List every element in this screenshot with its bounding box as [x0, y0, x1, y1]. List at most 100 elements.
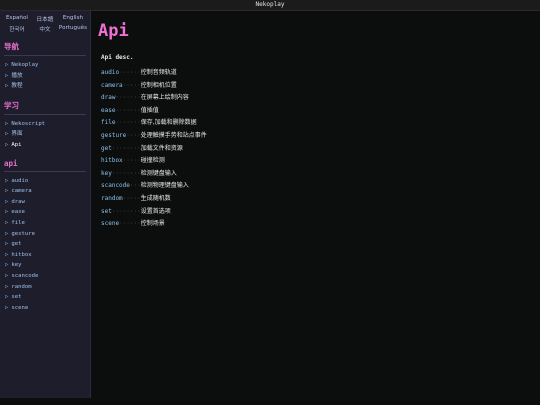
sidebar-item-learn[interactable]: ▷ 界面 — [0, 129, 90, 140]
api-description: 保存,加载和删除数据 — [140, 119, 197, 127]
triangle-right-icon: ▷ — [5, 177, 9, 184]
api-link[interactable]: scene — [101, 220, 119, 227]
sidebar-item-nav[interactable]: ▷ 播放 — [0, 71, 90, 82]
api-description: 在屏幕上绘制内容 — [140, 94, 189, 102]
api-link[interactable]: set — [101, 208, 112, 215]
api-row: set········设置首选项 — [101, 206, 207, 219]
triangle-right-icon: ▷ — [5, 219, 9, 226]
api-link[interactable]: gesture — [101, 132, 126, 139]
lang-chinese[interactable]: 中文 — [31, 25, 59, 33]
sidebar-item-api[interactable]: ▷ hitbox — [0, 250, 90, 261]
triangle-right-icon: ▷ — [5, 188, 9, 195]
sidebar-item-label: scancode — [11, 272, 39, 279]
api-description: 设置首选项 — [140, 207, 171, 215]
sidebar-item-learn[interactable]: ▷ Api — [0, 140, 90, 151]
sidebar-item-label: file — [11, 219, 25, 226]
sidebar-item-label: audio — [11, 177, 29, 184]
api-row: ease·······值插值 — [101, 105, 207, 118]
sidebar-item-api[interactable]: ▷ gesture — [0, 229, 90, 240]
triangle-right-icon: ▷ — [5, 294, 9, 301]
sidebar-item-api[interactable]: ▷ get — [0, 239, 90, 250]
api-link[interactable]: key — [101, 170, 112, 177]
sidebar-item-api[interactable]: ▷ set — [0, 292, 90, 303]
api-row: random·····生成随机数 — [101, 193, 207, 206]
sidebar-item-label: set — [11, 294, 22, 301]
lang-spanish[interactable]: Español — [3, 15, 31, 23]
api-row: file·······保存,加载和删除数据 — [101, 117, 207, 130]
main-content: Api Api desc. audio······控制音频轨道 camera···… — [92, 11, 540, 405]
lang-english[interactable]: English — [59, 15, 87, 23]
language-selector: Español 日本語 English 한국어 中文 Português — [0, 11, 90, 33]
api-row: hitbox·····碰撞检测 — [101, 155, 207, 168]
dot-leader: ···· — [126, 131, 141, 139]
lang-japanese[interactable]: 日本語 — [31, 15, 59, 23]
dot-leader: ····· — [122, 81, 141, 89]
sidebar-item-label: get — [11, 241, 22, 248]
api-link[interactable]: draw — [101, 94, 115, 101]
sidebar: Español 日本語 English 한국어 中文 Português 导航 … — [0, 11, 91, 398]
sidebar-item-api[interactable]: ▷ random — [0, 282, 90, 293]
sidebar-item-label: 播放 — [11, 72, 23, 79]
triangle-right-icon: ▷ — [5, 62, 9, 68]
api-description: 值插值 — [140, 106, 159, 114]
triangle-right-icon: ▷ — [5, 283, 9, 290]
lang-korean[interactable]: 한국어 — [3, 25, 31, 33]
sidebar-item-label: Nekoplay — [11, 62, 39, 68]
dot-leader: ········ — [111, 144, 141, 152]
divider — [4, 170, 86, 172]
sidebar-item-label: 教程 — [11, 83, 23, 90]
api-description: 检测键盘输入 — [140, 169, 177, 177]
api-row: camera·····控制相机位置 — [101, 80, 207, 93]
section-title-api: api — [4, 158, 18, 168]
api-link[interactable]: hitbox — [101, 157, 123, 164]
api-list: audio······控制音频轨道 camera·····控制相机位置 draw··… — [101, 67, 207, 231]
api-link[interactable]: scancode — [101, 182, 130, 189]
api-description: 碰撞检测 — [140, 157, 165, 165]
nav-list: ▷ Nekoplay ▷ 播放 ▷ 教程 — [0, 60, 90, 92]
sidebar-item-label: scene — [11, 304, 29, 311]
triangle-right-icon: ▷ — [5, 262, 9, 269]
api-link[interactable]: camera — [101, 82, 123, 89]
api-row: gesture····处理触摸手势和站点事件 — [101, 130, 207, 143]
api-row: scene······控制场景 — [101, 218, 207, 231]
api-link[interactable]: random — [101, 195, 123, 202]
sidebar-item-api[interactable]: ▷ audio — [0, 176, 90, 187]
sidebar-item-label: gesture — [11, 230, 35, 237]
dot-leader: ······· — [115, 94, 141, 102]
triangle-right-icon: ▷ — [5, 72, 9, 79]
sidebar-item-api[interactable]: ▷ scene — [0, 303, 90, 314]
triangle-right-icon: ▷ — [5, 131, 9, 138]
api-nav-list: ▷ audio ▷ camera ▷ draw ▷ ease ▷ file ▷ gesture ▷ get… — [0, 176, 90, 314]
api-description: 处理触摸手势和站点事件 — [140, 131, 207, 139]
api-description: 控制场景 — [140, 220, 165, 228]
sidebar-item-label: draw — [11, 198, 25, 205]
api-link[interactable]: ease — [101, 107, 115, 114]
triangle-right-icon: ▷ — [5, 230, 9, 237]
page-description: Api desc. — [101, 54, 134, 61]
divider — [4, 55, 86, 56]
sidebar-item-learn[interactable]: ▷ Nekoscript — [0, 119, 90, 130]
sidebar-item-api[interactable]: ▷ file — [0, 218, 90, 229]
bottom-bar — [0, 398, 540, 405]
api-link[interactable]: file — [101, 119, 115, 126]
dot-leader: ······ — [119, 69, 141, 76]
sidebar-item-nav[interactable]: ▷ 教程 — [0, 81, 90, 92]
sidebar-item-label: Api — [11, 141, 22, 148]
api-link[interactable]: get — [101, 145, 112, 152]
sidebar-item-api[interactable]: ▷ ease — [0, 207, 90, 218]
triangle-right-icon: ▷ — [5, 241, 9, 248]
api-link[interactable]: audio — [101, 69, 119, 76]
sidebar-item-api[interactable]: ▷ scancode — [0, 271, 90, 282]
sidebar-item-nav[interactable]: ▷ Nekoplay — [0, 60, 90, 71]
api-row: key········检测键盘输入 — [101, 168, 207, 181]
sidebar-item-label: hitbox — [11, 251, 32, 258]
window-title: Nekoplay — [0, 0, 540, 11]
triangle-right-icon: ▷ — [5, 209, 9, 216]
lang-portuguese[interactable]: Português — [59, 25, 87, 33]
sidebar-item-api[interactable]: ▷ key — [0, 260, 90, 271]
sidebar-item-api[interactable]: ▷ draw — [0, 197, 90, 208]
triangle-right-icon: ▷ — [5, 272, 9, 279]
dot-leader: ········ — [111, 207, 141, 215]
dot-leader: ····· — [122, 194, 141, 202]
sidebar-item-api[interactable]: ▷ camera — [0, 186, 90, 197]
